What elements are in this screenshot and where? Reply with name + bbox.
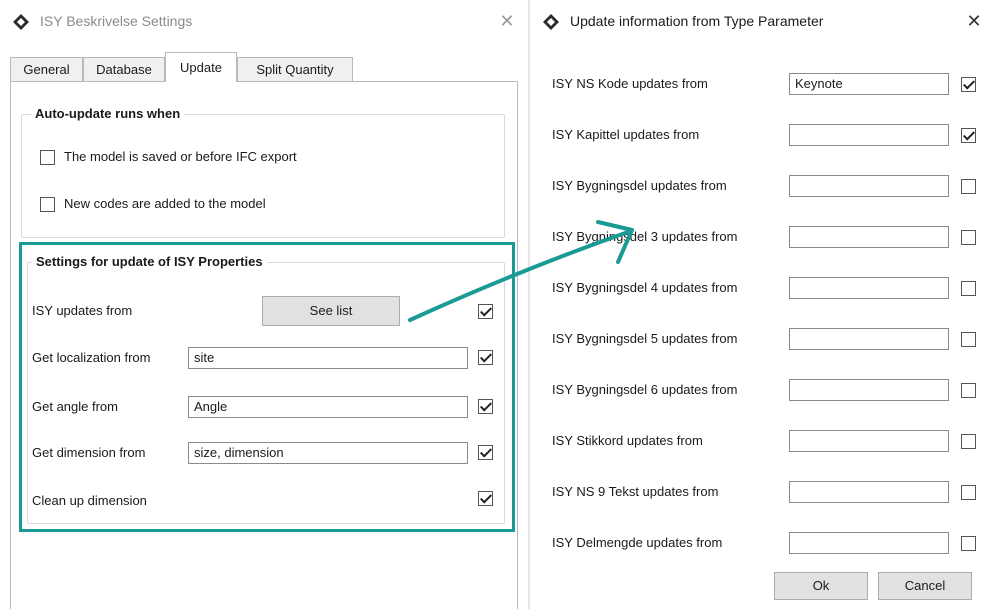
param-row-input[interactable] <box>789 277 949 299</box>
param-row-label: ISY Kapittel updates from <box>552 127 700 142</box>
settings-window-title: ISY Beskrivelse Settings <box>40 13 193 29</box>
param-row-checkbox[interactable] <box>961 536 976 551</box>
param-row-label: ISY Bygningsdel 6 updates from <box>552 382 738 397</box>
localization-input[interactable]: site <box>188 347 468 369</box>
param-row-input[interactable]: Keynote <box>789 73 949 95</box>
param-row-checkbox[interactable] <box>961 383 976 398</box>
tab-database[interactable]: Database <box>83 57 165 81</box>
tab-general[interactable]: General <box>10 57 83 81</box>
param-row-label: ISY Stikkord updates from <box>552 433 703 448</box>
cancel-button[interactable]: Cancel <box>878 572 972 600</box>
auto-update-group: Auto-update runs when <box>21 106 505 238</box>
type-parameter-window: Update information from Type Parameter ✕… <box>530 0 987 609</box>
close-icon[interactable]: ✕ <box>494 9 520 33</box>
param-row-label: ISY NS 9 Tekst updates from <box>552 484 719 499</box>
param-row-checkbox[interactable] <box>961 485 976 500</box>
type-parameter-titlebar: Update information from Type Parameter ✕ <box>530 0 987 44</box>
isy-updates-from-label: ISY updates from <box>32 303 133 318</box>
isy-settings-group-title: Settings for update of ISY Properties <box>32 254 267 269</box>
type-parameter-window-title: Update information from Type Parameter <box>570 13 824 29</box>
param-row-checkbox[interactable] <box>961 281 976 296</box>
param-row-label: ISY Bygningsdel updates from <box>552 178 727 193</box>
dimension-checkbox[interactable] <box>478 445 493 460</box>
dimension-input[interactable]: size, dimension <box>188 442 468 464</box>
see-list-button[interactable]: See list <box>262 296 400 326</box>
localization-checkbox[interactable] <box>478 350 493 365</box>
model-saved-checkbox[interactable] <box>40 150 55 165</box>
param-row-input[interactable] <box>789 175 949 197</box>
tab-update[interactable]: Update <box>165 52 237 82</box>
new-codes-label: New codes are added to the model <box>64 196 266 211</box>
param-row-checkbox[interactable] <box>961 179 976 194</box>
param-row-checkbox[interactable] <box>961 434 976 449</box>
param-row-label: ISY Delmengde updates from <box>552 535 723 550</box>
param-row-input[interactable] <box>789 379 949 401</box>
localization-label: Get localization from <box>32 350 151 365</box>
auto-update-group-title: Auto-update runs when <box>31 106 185 121</box>
param-row-input[interactable] <box>789 328 949 350</box>
ok-button[interactable]: Ok <box>774 572 868 600</box>
diamond-logo-icon <box>543 14 559 30</box>
param-row-label: ISY Bygningsdel 5 updates from <box>552 331 738 346</box>
param-row-checkbox[interactable] <box>961 128 976 143</box>
param-row-checkbox[interactable] <box>961 230 976 245</box>
isy-updates-from-checkbox[interactable] <box>478 304 493 319</box>
dimension-label: Get dimension from <box>32 445 146 460</box>
param-row-checkbox[interactable] <box>961 77 976 92</box>
clean-up-label: Clean up dimension <box>32 493 147 508</box>
param-row-label: ISY Bygningsdel 4 updates from <box>552 280 738 295</box>
angle-label: Get angle from <box>32 399 118 414</box>
param-row-checkbox[interactable] <box>961 332 976 347</box>
settings-titlebar: ISY Beskrivelse Settings ✕ <box>0 0 528 44</box>
close-icon[interactable]: ✕ <box>961 9 987 33</box>
clean-up-checkbox[interactable] <box>478 491 493 506</box>
angle-checkbox[interactable] <box>478 399 493 414</box>
tab-split-quantity[interactable]: Split Quantity <box>237 57 353 81</box>
angle-input[interactable]: Angle <box>188 396 468 418</box>
new-codes-checkbox[interactable] <box>40 197 55 212</box>
param-row-input[interactable] <box>789 124 949 146</box>
param-row-input[interactable] <box>789 226 949 248</box>
param-row-input[interactable] <box>789 532 949 554</box>
param-row-input[interactable] <box>789 430 949 452</box>
model-saved-label: The model is saved or before IFC export <box>64 149 297 164</box>
param-row-input[interactable] <box>789 481 949 503</box>
param-row-label: ISY NS Kode updates from <box>552 76 708 91</box>
settings-window: ISY Beskrivelse Settings ✕ General Datab… <box>0 0 528 609</box>
diamond-logo-icon <box>13 14 29 30</box>
param-row-label: ISY Bygningsdel 3 updates from <box>552 229 738 244</box>
